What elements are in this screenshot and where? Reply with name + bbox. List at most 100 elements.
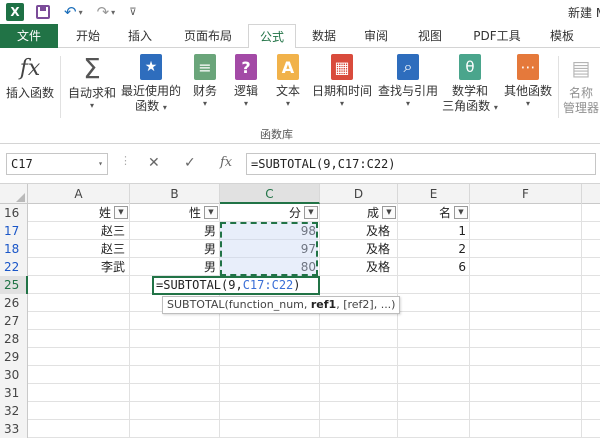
cell-c22[interactable]: 80 — [220, 258, 320, 276]
filter-dropdown-icon[interactable]: ▼ — [114, 206, 128, 219]
grid-cell[interactable] — [470, 348, 582, 366]
cell-b17[interactable]: 男 — [130, 222, 220, 240]
grid-cell[interactable] — [320, 312, 398, 330]
grid-cell[interactable] — [320, 348, 398, 366]
grid-cell[interactable] — [320, 366, 398, 384]
more-functions-button[interactable]: ⋯ 其他函数 ▾ — [500, 54, 556, 108]
tab-data[interactable]: 数据 — [304, 24, 344, 48]
cell-d17[interactable]: 及格 — [320, 222, 398, 240]
tab-page-layout[interactable]: 页面布局 — [170, 24, 246, 48]
grid-cell[interactable] — [220, 420, 320, 438]
grid-cell[interactable] — [398, 348, 470, 366]
column-header-e[interactable]: E — [398, 184, 470, 204]
tab-templates[interactable]: 模板 — [540, 24, 584, 48]
row-header[interactable]: 26 — [0, 294, 28, 312]
grid-cell[interactable] — [28, 330, 130, 348]
filter-active-icon[interactable]: ▼ — [382, 206, 396, 219]
cell-a22[interactable]: 李武 — [28, 258, 130, 276]
active-cell-editor[interactable]: =SUBTOTAL(9,C17:C22) — [152, 276, 320, 295]
grid-cell[interactable] — [398, 366, 470, 384]
cell-d18[interactable]: 及格 — [320, 240, 398, 258]
grid-cell[interactable] — [470, 402, 582, 420]
row-header[interactable]: 22 — [0, 258, 28, 276]
grid-cell[interactable] — [220, 402, 320, 420]
grid-cell[interactable] — [28, 402, 130, 420]
name-manager-button[interactable]: ▤ 名称 管理器 — [562, 54, 600, 116]
cell-f25[interactable] — [470, 276, 582, 294]
chevron-down-icon[interactable]: ▾ — [98, 154, 103, 174]
cancel-icon[interactable]: ✕ — [148, 155, 160, 171]
grid-cell[interactable] — [28, 420, 130, 438]
grid-cell[interactable] — [28, 384, 130, 402]
row-header[interactable]: 25 — [0, 276, 28, 294]
insert-function-icon[interactable]: fx — [220, 155, 232, 170]
cell-e18[interactable]: 2 — [398, 240, 470, 258]
row-header[interactable]: 30 — [0, 366, 28, 384]
tab-insert[interactable]: 插入 — [118, 24, 162, 48]
cell-d22[interactable]: 及格 — [320, 258, 398, 276]
undo-icon[interactable]: ↶ — [64, 2, 77, 22]
cell-c18[interactable]: 97 — [220, 240, 320, 258]
save-icon[interactable] — [36, 5, 50, 19]
grid-cell[interactable] — [398, 312, 470, 330]
grid-cell[interactable] — [28, 312, 130, 330]
tab-file[interactable]: 文件 — [0, 24, 58, 48]
tooltip-function-name[interactable]: SUBTOTAL( — [167, 298, 229, 311]
grid-cell[interactable] — [320, 420, 398, 438]
logical-button[interactable]: ? 逻辑 ▾ — [228, 54, 264, 108]
column-header-b[interactable]: B — [130, 184, 220, 204]
grid-cell[interactable] — [398, 384, 470, 402]
financial-button[interactable]: ≡ 财务 ▾ — [186, 54, 224, 108]
cell-f17[interactable] — [470, 222, 582, 240]
filter-active-icon[interactable]: ▼ — [304, 206, 318, 219]
redo-icon[interactable]: ↷ — [97, 2, 110, 22]
grid-cell[interactable] — [28, 366, 130, 384]
grid-cell[interactable] — [130, 312, 220, 330]
grid-cell[interactable] — [130, 420, 220, 438]
grid-cell[interactable] — [470, 330, 582, 348]
cell-e22[interactable]: 6 — [398, 258, 470, 276]
row-header[interactable]: 29 — [0, 348, 28, 366]
row-header[interactable]: 16 — [0, 204, 28, 222]
grid-cell[interactable] — [130, 348, 220, 366]
grid-cell[interactable] — [320, 402, 398, 420]
column-header-d[interactable]: D — [320, 184, 398, 204]
customize-toolbar-icon[interactable]: ⊽ — [129, 2, 136, 22]
select-all-corner[interactable] — [0, 184, 28, 204]
cell-e25[interactable] — [398, 276, 470, 294]
column-header-f[interactable]: F — [470, 184, 582, 204]
cell-d25[interactable] — [320, 276, 398, 294]
cell-a17[interactable]: 赵三 — [28, 222, 130, 240]
grid-cell[interactable] — [220, 330, 320, 348]
column-header-a[interactable]: A — [28, 184, 130, 204]
grid-cell[interactable] — [220, 366, 320, 384]
grid-cell[interactable] — [398, 330, 470, 348]
cell-f22[interactable] — [470, 258, 582, 276]
row-header[interactable]: 33 — [0, 420, 28, 438]
tab-formulas[interactable]: 公式 — [248, 24, 296, 49]
grid-cell[interactable] — [28, 348, 130, 366]
grid-cell[interactable] — [470, 366, 582, 384]
cell-c17[interactable]: 98 — [220, 222, 320, 240]
grid-cell[interactable] — [470, 294, 582, 312]
filter-dropdown-icon[interactable]: ▼ — [454, 206, 468, 219]
tab-review[interactable]: 审阅 — [354, 24, 398, 48]
grid-cell[interactable] — [470, 312, 582, 330]
formula-input[interactable]: =SUBTOTAL(9,C17:C22) — [246, 153, 596, 175]
recently-used-button[interactable]: ★ 最近使用的 函数 ▾ — [120, 54, 182, 115]
grid-cell[interactable] — [398, 402, 470, 420]
grid-cell[interactable] — [398, 420, 470, 438]
math-trig-button[interactable]: θ 数学和 三角函数 ▾ — [442, 54, 498, 115]
cell-a18[interactable]: 赵三 — [28, 240, 130, 258]
grid-cell[interactable] — [130, 330, 220, 348]
column-header-c[interactable]: C — [220, 184, 320, 204]
cell-b18[interactable]: 男 — [130, 240, 220, 258]
row-header[interactable]: 28 — [0, 330, 28, 348]
grid-cell[interactable] — [220, 312, 320, 330]
cell-b22[interactable]: 男 — [130, 258, 220, 276]
grid-cell[interactable] — [220, 348, 320, 366]
row-header[interactable]: 31 — [0, 384, 28, 402]
cell-f16[interactable] — [470, 204, 582, 222]
grid-cell[interactable] — [470, 384, 582, 402]
grid-cell[interactable] — [130, 402, 220, 420]
